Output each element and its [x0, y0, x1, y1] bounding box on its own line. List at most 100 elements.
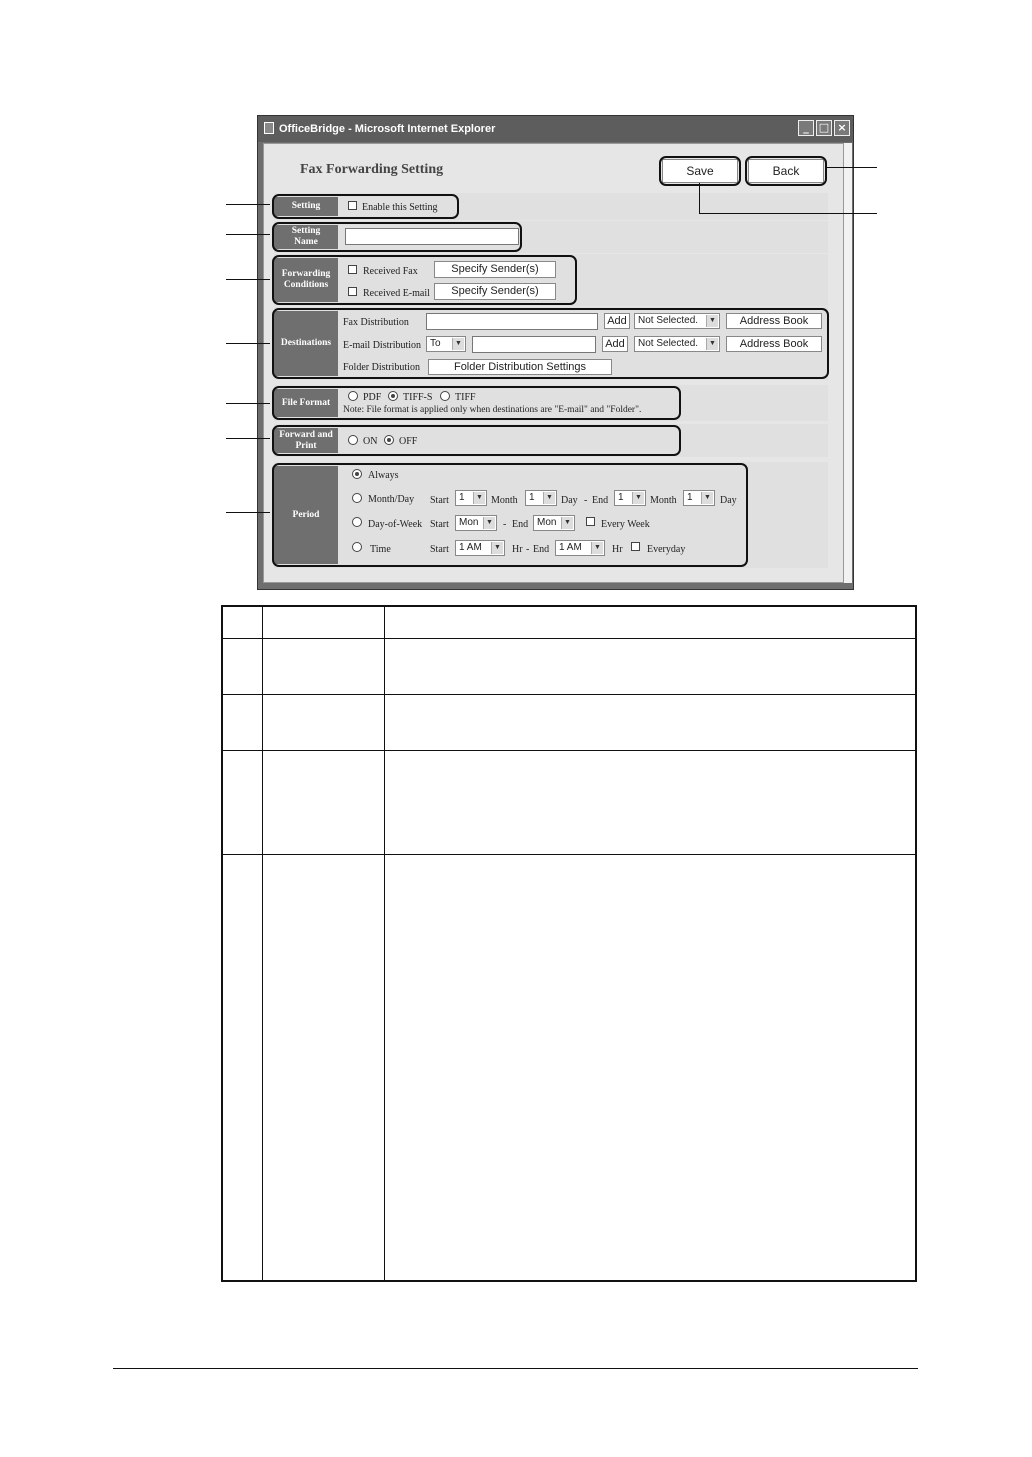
email-distribution-select-value: Not Selected.	[638, 338, 699, 349]
period-row: Period Always Month/Day Start 1 ▼ Month 1…	[274, 462, 828, 568]
callout-line-4	[226, 343, 270, 344]
fax-add-button[interactable]: Add	[604, 313, 630, 329]
time-start-select[interactable]: 1 AM ▼	[455, 540, 505, 556]
always-text: Always	[368, 470, 399, 481]
time-dash: -	[526, 544, 530, 555]
md-start-day-text: Day	[561, 495, 578, 506]
every-week-text: Every Week	[601, 519, 650, 530]
chevron-down-icon: ▼	[491, 542, 503, 554]
folder-distribution-settings-button[interactable]: Folder Distribution Settings	[428, 359, 612, 375]
received-fax-text: Received Fax	[363, 266, 418, 277]
every-week-checkbox[interactable]	[586, 517, 595, 526]
md-start-month-select[interactable]: 1 ▼	[455, 490, 487, 506]
md-end-month-select[interactable]: 1 ▼	[614, 490, 646, 506]
callout-line-2	[226, 234, 270, 235]
email-distribution-select[interactable]: Not Selected. ▼	[634, 336, 720, 352]
forward-print-row: Forward and Print ON OFF	[274, 424, 828, 457]
md-end-day-value: 1	[687, 492, 693, 503]
maximize-button[interactable]: □	[816, 120, 832, 136]
dow-end-value: Mon	[537, 517, 557, 528]
forward-print-on-text: ON	[363, 436, 378, 447]
fax-distribution-input[interactable]	[426, 313, 598, 330]
md-start-month-text: Month	[491, 495, 518, 506]
md-start-day-select[interactable]: 1 ▼	[525, 490, 557, 506]
setting-name-row: Setting Name	[274, 221, 828, 253]
callout-line-save-vertical	[699, 183, 700, 213]
received-email-text: Received E-mail	[363, 288, 430, 299]
forwarding-conditions-label-2: Conditions	[283, 280, 329, 290]
fax-distribution-select[interactable]: Not Selected. ▼	[634, 313, 720, 329]
md-end-day-select[interactable]: 1 ▼	[683, 490, 715, 506]
forward-print-off-text: OFF	[399, 436, 418, 447]
pdf-radio[interactable]	[348, 391, 358, 401]
callout-line-6	[226, 438, 270, 439]
dow-end-select[interactable]: Mon ▼	[533, 515, 575, 531]
time-end-select[interactable]: 1 AM ▼	[555, 540, 605, 556]
table-row	[223, 854, 915, 855]
footer-rule	[113, 1368, 918, 1369]
email-to-select[interactable]: To ▼	[426, 336, 466, 352]
setting-label: Setting	[274, 197, 338, 216]
fax-distribution-text: Fax Distribution	[343, 317, 409, 328]
chevron-down-icon: ▼	[483, 517, 495, 529]
minimize-button[interactable]: _	[798, 120, 814, 136]
tiff-s-radio[interactable]	[388, 391, 398, 401]
save-button[interactable]: Save	[662, 159, 738, 183]
chevron-down-icon: ▼	[632, 492, 644, 504]
forward-print-label: Forward and Print	[274, 428, 338, 453]
dow-end-text: End	[512, 519, 529, 530]
md-dash: -	[584, 495, 588, 506]
dow-start-value: Mon	[459, 517, 479, 528]
vertical-scrollbar[interactable]	[844, 143, 852, 583]
month-day-text: Month/Day	[368, 494, 415, 505]
time-start-hr-text: Hr	[512, 544, 523, 555]
forward-print-label-2: Print	[295, 440, 317, 451]
destinations-row: Destinations Fax Distribution Add Not Se…	[274, 307, 828, 380]
forward-print-on-radio[interactable]	[348, 435, 358, 445]
fax-address-book-button[interactable]: Address Book	[726, 313, 822, 329]
setting-name-label-2: Name	[294, 237, 318, 247]
forward-print-off-radio[interactable]	[384, 435, 394, 445]
chevron-down-icon: ▼	[706, 338, 718, 350]
file-format-row: File Format PDF TIFF-S TIFF Note: File f…	[274, 385, 828, 421]
fax-distribution-select-value: Not Selected.	[638, 315, 699, 326]
forward-print-label-1: Forward and	[279, 429, 333, 440]
email-address-book-button[interactable]: Address Book	[726, 336, 822, 352]
folder-distribution-text: Folder Distribution	[343, 362, 420, 373]
back-button[interactable]: Back	[748, 159, 824, 183]
table-row	[223, 638, 915, 639]
dow-start-select[interactable]: Mon ▼	[455, 515, 497, 531]
chevron-down-icon: ▼	[591, 542, 603, 554]
received-fax-checkbox[interactable]	[348, 265, 357, 274]
browser-page-icon	[264, 122, 274, 134]
setting-name-label: Setting Name	[274, 225, 338, 249]
everyday-checkbox[interactable]	[631, 542, 640, 551]
received-email-checkbox[interactable]	[348, 287, 357, 296]
window-title: OfficeBridge - Microsoft Internet Explor…	[279, 123, 496, 135]
email-distribution-input[interactable]	[472, 336, 596, 353]
time-start-text: Start	[430, 544, 449, 555]
destinations-label: Destinations	[274, 311, 338, 376]
title-bar: OfficeBridge - Microsoft Internet Explor…	[258, 116, 853, 142]
email-add-button[interactable]: Add	[602, 336, 628, 352]
always-radio[interactable]	[352, 469, 362, 479]
md-start-text: Start	[430, 495, 449, 506]
dow-dash: -	[503, 519, 507, 530]
month-day-radio[interactable]	[352, 493, 362, 503]
time-end-hr-text: Hr	[612, 544, 623, 555]
close-button[interactable]: ×	[834, 120, 850, 136]
tiff-radio[interactable]	[440, 391, 450, 401]
day-of-week-radio[interactable]	[352, 517, 362, 527]
chevron-down-icon: ▼	[706, 315, 718, 327]
email-to-select-value: To	[430, 338, 441, 349]
table-col-divider-1	[262, 607, 263, 1280]
specify-sender-email-button[interactable]: Specify Sender(s)	[434, 283, 556, 300]
time-radio[interactable]	[352, 542, 362, 552]
callout-line-5	[226, 403, 270, 404]
md-start-day-value: 1	[529, 492, 535, 503]
enable-setting-checkbox[interactable]	[348, 201, 357, 210]
callout-line-save	[699, 213, 877, 214]
setting-name-input[interactable]	[345, 228, 519, 245]
chevron-down-icon: ▼	[543, 492, 555, 504]
specify-sender-fax-button[interactable]: Specify Sender(s)	[434, 261, 556, 278]
